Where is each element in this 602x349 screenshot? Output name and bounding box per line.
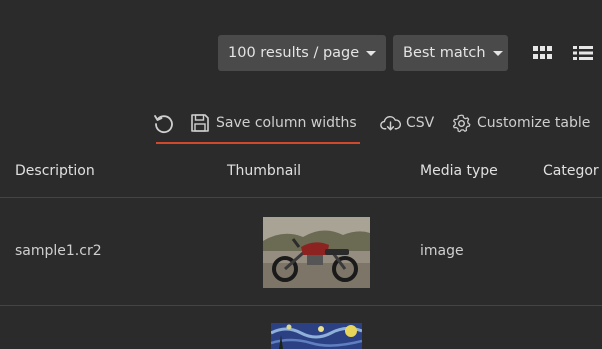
row-1-media-type: image (420, 243, 464, 259)
column-header-category[interactable]: Categor (543, 163, 599, 179)
list-view-icon[interactable] (573, 44, 593, 62)
gear-icon (452, 114, 471, 132)
csv-label: CSV (406, 115, 435, 131)
cloud-download-icon (380, 116, 401, 131)
sort-label: Best match (403, 45, 486, 61)
row-2-thumbnail[interactable] (271, 323, 362, 349)
csv-download-button[interactable]: CSV (380, 111, 434, 135)
motorcycle-thumbnail-image (263, 217, 370, 288)
column-header-media-type[interactable]: Media type (420, 163, 498, 179)
results-per-page-select[interactable]: 100 results / page (218, 35, 386, 71)
sort-select[interactable]: Best match (393, 35, 508, 71)
active-tool-underline (156, 142, 360, 144)
row-1-thumbnail[interactable] (263, 217, 370, 288)
save-column-widths-button[interactable]: Save column widths (189, 111, 357, 135)
grid-view-icon[interactable] (533, 44, 553, 62)
starry-night-thumbnail-image (271, 323, 362, 349)
reset-columns-button[interactable] (152, 111, 178, 135)
row-divider (0, 305, 602, 306)
caret-down-icon (492, 50, 503, 56)
column-header-description[interactable]: Description (15, 163, 95, 179)
results-per-page-label: 100 results / page (228, 45, 360, 61)
customize-table-label: Customize table (477, 115, 591, 131)
caret-down-icon (366, 50, 377, 56)
row-1-description: sample1.cr2 (15, 243, 102, 259)
save-column-widths-label: Save column widths (216, 115, 357, 131)
results-page: 100 results / page Best match Save colum… (0, 0, 602, 349)
header-divider (0, 197, 602, 198)
reset-icon (154, 115, 173, 134)
column-header-thumbnail[interactable]: Thumbnail (227, 163, 301, 179)
save-icon (191, 114, 209, 132)
customize-table-button[interactable]: Customize table (451, 111, 590, 135)
